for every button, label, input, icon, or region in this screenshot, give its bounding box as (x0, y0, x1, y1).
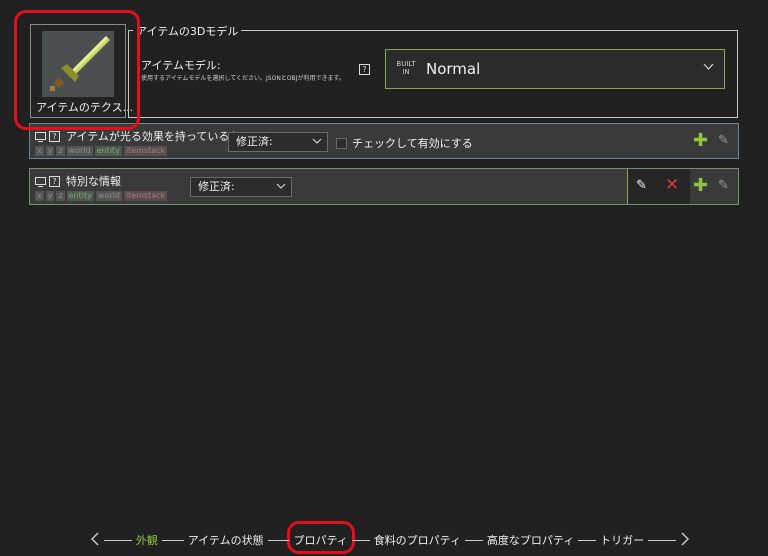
nav-step-triggers[interactable]: トリガー (600, 532, 644, 548)
dependency-list: x y z world entity itemstack (35, 146, 168, 156)
edit-pencil-icon[interactable]: ✎ (636, 178, 647, 193)
procedure-glowing-effect: ? アイテムが光る効果を持っているか x y z world entity it… (29, 123, 739, 159)
enable-checkbox[interactable] (336, 137, 347, 149)
nav-separator (465, 539, 483, 541)
edit-pencil-icon[interactable]: ✎ (718, 134, 729, 148)
procedure-dropdown-value: 修正済: (236, 135, 273, 148)
dependency-tag: itemstack (123, 191, 168, 201)
procedure-title: 特別な情報 (66, 175, 121, 188)
dependency-tag: entity (94, 146, 122, 156)
procedure-dropdown-value: 修正済: (198, 180, 235, 193)
chevron-down-icon (276, 178, 286, 196)
item-model-value: Normal (426, 60, 481, 78)
item-model-dropdown[interactable]: BUILT IN Normal (385, 49, 725, 89)
nav-step-advanced-properties[interactable]: 高度なプロパティ (487, 532, 574, 548)
built-in-badge: BUILT IN (396, 60, 416, 76)
dependency-tag: z (56, 146, 65, 156)
help-icon[interactable]: ? (49, 175, 60, 187)
highlight-annotation (14, 10, 140, 130)
nav-step-food-properties[interactable]: 食料のプロパティ (374, 532, 461, 548)
dependency-tag: world (66, 146, 93, 156)
procedure-actions: ✎ ✕ (627, 169, 690, 204)
enable-checkbox-group[interactable]: チェックして有効にする (336, 135, 473, 151)
nav-step-item-state[interactable]: アイテムの状態 (188, 532, 264, 548)
nav-separator (578, 539, 597, 541)
chevron-down-icon (312, 133, 322, 151)
item-model-hint: 使用するアイテムモデルを選択してください。JSONとOBJが利用できます。 (141, 75, 345, 82)
previous-arrow-icon[interactable] (90, 531, 100, 550)
item-model-label: アイテムモデル: (141, 59, 221, 72)
dependency-tag: world (95, 191, 122, 201)
dependency-tag: x (35, 146, 44, 156)
dependency-tag: x (35, 191, 44, 201)
nav-step-appearance[interactable]: 外観 (136, 532, 158, 548)
help-icon[interactable]: ? (49, 130, 60, 142)
nav-separator (267, 539, 290, 541)
monitor-icon (35, 177, 46, 187)
add-procedure-icon[interactable]: ✚ (693, 132, 708, 150)
nav-step-properties[interactable]: プロパティ (293, 532, 347, 548)
chevron-down-icon (703, 62, 714, 73)
nav-separator (648, 539, 676, 541)
dependency-tag: itemstack (123, 146, 168, 156)
add-procedure-icon[interactable]: ✚ (693, 177, 708, 195)
dependency-tag: z (56, 191, 65, 201)
nav-separator (161, 539, 184, 541)
procedure-dropdown[interactable]: 修正済: (228, 132, 328, 152)
procedure-dropdown[interactable]: 修正済: (190, 177, 292, 197)
procedure-title: アイテムが光る効果を持っているか (66, 130, 241, 143)
item-3d-model-section: アイテムの3Dモデル アイテムモデル: 使用するアイテムモデルを選択してください… (128, 23, 738, 118)
nav-separator (104, 539, 132, 541)
model-section-legend: アイテムの3Dモデル (133, 23, 242, 39)
help-icon[interactable]: ? (359, 64, 370, 75)
dependency-list: x y z entity world itemstack (35, 191, 168, 201)
step-navigation: 外観 アイテムの状態 プロパティ 食料のプロパティ 高度なプロパティ トリガー (90, 530, 690, 550)
edit-pencil-icon[interactable]: ✎ (718, 179, 729, 193)
delete-x-icon[interactable]: ✕ (665, 175, 679, 195)
nav-separator (351, 539, 370, 541)
next-arrow-icon[interactable] (680, 531, 690, 550)
procedure-special-information: ? 特別な情報 x y z entity world itemstack 修正済… (29, 168, 739, 205)
dependency-tag: y (45, 191, 55, 201)
dependency-tag: y (45, 146, 55, 156)
dependency-tag: entity (66, 191, 94, 201)
monitor-icon (35, 132, 46, 142)
enable-checkbox-label: チェックして有効にする (352, 137, 473, 150)
